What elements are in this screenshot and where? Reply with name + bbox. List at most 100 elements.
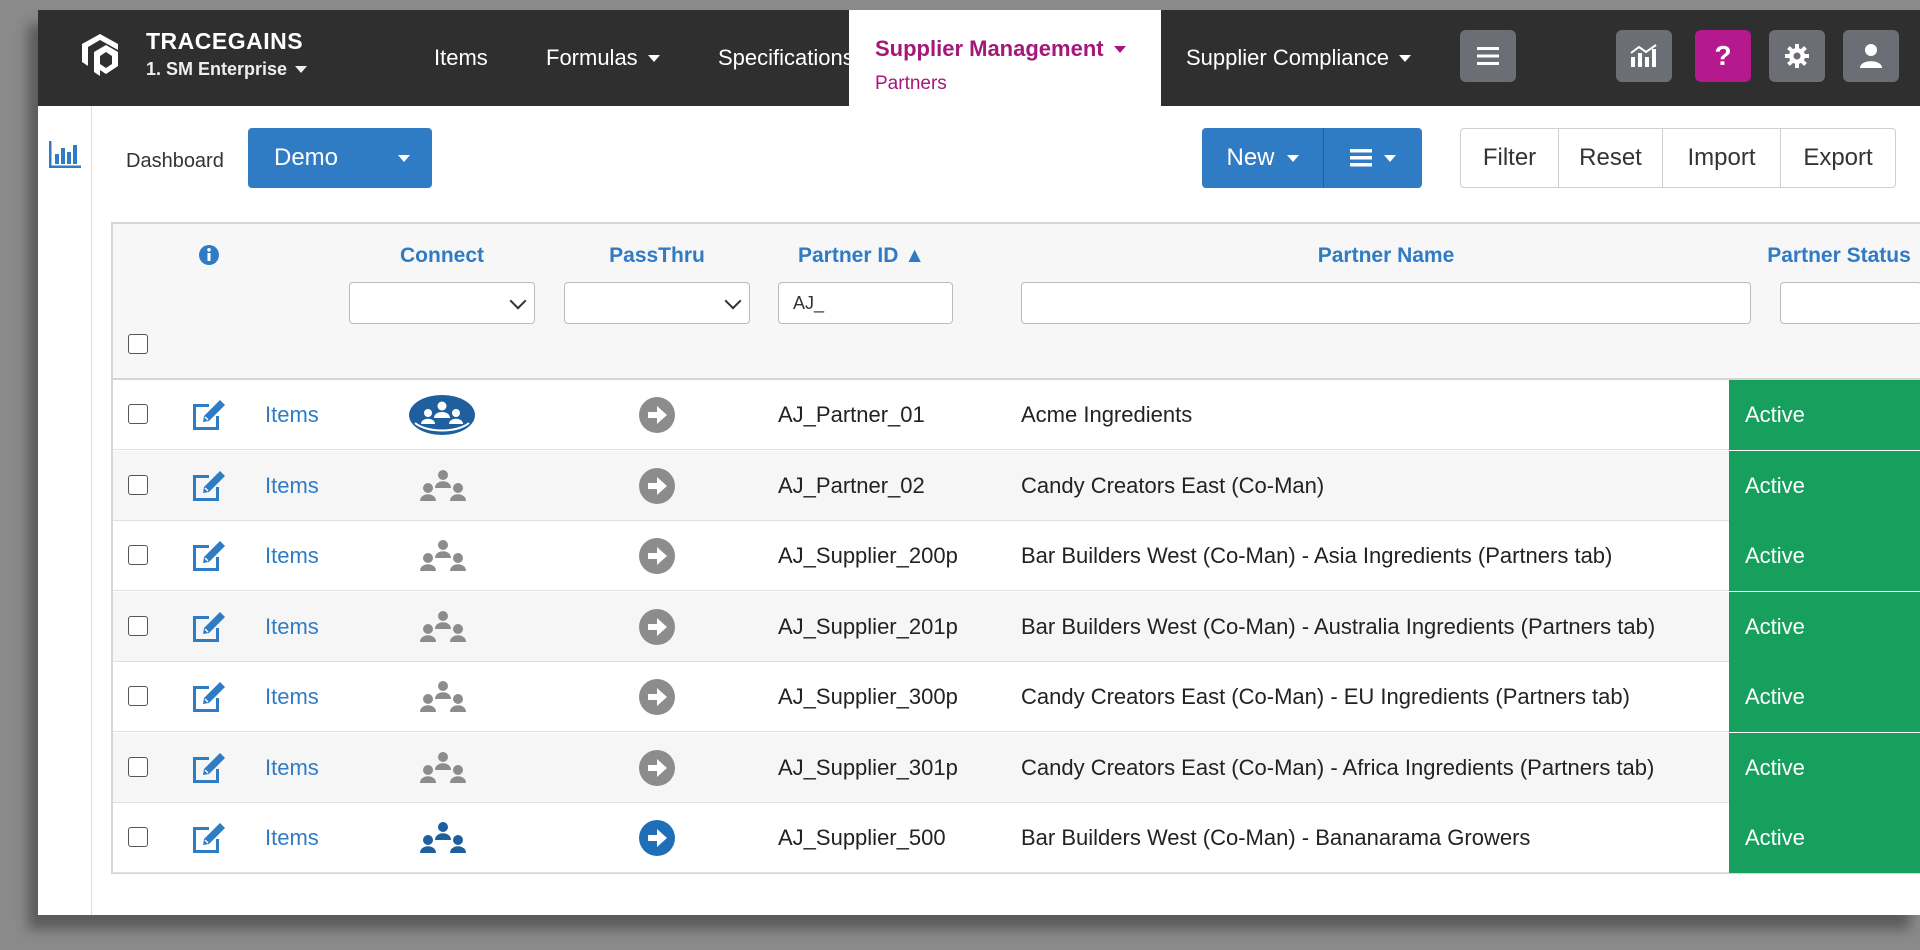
nav-formulas[interactable]: Formulas [546,10,660,106]
info-icon[interactable] [198,244,220,266]
analytics-button[interactable] [1616,30,1672,82]
partner-name-cell: Bar Builders West (Co-Man) - Australia I… [1021,613,1656,639]
user-icon [1860,44,1882,68]
items-link[interactable]: Items [265,803,319,873]
nav-supplier-management[interactable]: Supplier Management Partners [849,10,1161,106]
partner-status-filter-input[interactable] [1780,282,1920,324]
partner-name-cell: Candy Creators East (Co-Man) - EU Ingred… [1021,684,1630,709]
items-link[interactable]: Items [265,380,319,450]
edit-icon[interactable] [189,592,233,662]
import-button[interactable]: Import [1663,129,1781,187]
partner-name-cell: Acme Ingredients [1021,402,1193,427]
row-checkbox[interactable] [128,827,148,847]
left-rail [38,106,92,915]
edit-icon[interactable] [189,662,233,732]
question-icon: ? [1714,40,1732,71]
row-checkbox[interactable] [128,404,148,424]
passthru-arrow-icon[interactable] [638,733,676,803]
user-profile-button[interactable] [1843,30,1899,82]
partners-table: Connect PassThru Partner ID ▲ AJ_ Partne… [111,222,1920,874]
table-row[interactable]: Items AJ_Supplier_300p Candy Creators East… [113,662,1920,732]
header-partner-status[interactable]: Partner Status [1756,244,1920,268]
brand[interactable]: TRACEGAINS 1. SM Enterprise [146,28,308,80]
app-window: TRACEGAINS 1. SM Enterprise Items Formul… [38,10,1920,915]
dashboard-label: Dashboard [126,150,224,172]
header-partner-id[interactable]: Partner ID ▲ [778,244,953,268]
connect-people-icon[interactable] [413,803,473,873]
partner-id-filter-input[interactable]: AJ_ [778,282,953,324]
connect-people-icon[interactable] [407,380,477,450]
status-badge: Active [1729,803,1920,873]
org-selector[interactable]: 1. SM Enterprise [146,59,308,80]
connect-people-icon[interactable] [413,733,473,803]
nav-supplier-compliance[interactable]: Supplier Compliance [1186,10,1411,106]
new-button-group: New [1202,128,1422,188]
edit-icon[interactable] [189,733,233,803]
filter-button[interactable]: Filter [1461,129,1559,187]
passthru-arrow-icon[interactable] [638,380,676,450]
items-link[interactable]: Items [265,451,319,521]
table-row[interactable]: Items AJ_Partner_01 Acme Ingredients Active [113,380,1920,450]
items-link[interactable]: Items [265,521,319,591]
row-checkbox[interactable] [128,545,148,565]
row-checkbox[interactable] [128,474,148,495]
reset-button[interactable]: Reset [1559,129,1663,187]
table-row[interactable]: Items AJ_Supplier_200p Bar Builders West (… [113,521,1920,591]
brand-name: TRACEGAINS [146,28,304,54]
header-connect[interactable]: Connect [349,244,535,268]
chevron-down-icon [509,292,527,310]
new-button[interactable]: New [1202,128,1324,188]
passthru-arrow-icon[interactable] [638,521,676,591]
table-actions-group: Filter Reset Import Export [1460,128,1896,188]
settings-button[interactable] [1769,30,1825,82]
connect-people-icon[interactable] [413,521,473,591]
table-row[interactable]: Items AJ_Supplier_301p Candy Creators East… [113,732,1920,803]
table-row[interactable]: Items AJ_Supplier_500 Bar Builders West (C… [113,803,1920,873]
menu-icon [1477,47,1499,65]
nav-items[interactable]: Items [434,10,488,106]
items-link[interactable]: Items [265,662,319,732]
items-link[interactable]: Items [265,733,319,803]
select-all-checkbox[interactable] [128,334,148,354]
partner-id-cell: AJ_Partner_02 [778,472,925,498]
connect-people-icon[interactable] [413,451,473,521]
edit-icon[interactable] [189,380,233,450]
table-row[interactable]: Items AJ_Partner_02 Candy Creators East (C… [113,450,1920,521]
status-badge: Active [1729,450,1920,521]
row-checkbox[interactable] [128,686,148,706]
edit-icon[interactable] [189,521,233,591]
connect-people-icon[interactable] [413,662,473,732]
edit-icon[interactable] [189,451,233,521]
hamburger-menu-button[interactable] [1460,30,1516,82]
table-row[interactable]: Items AJ_Supplier_201p Bar Builders West (… [113,591,1920,662]
passthru-arrow-icon[interactable] [638,451,676,521]
partner-id-cell: AJ_Partner_01 [778,402,925,427]
partner-name-filter-input[interactable] [1021,282,1751,324]
header-partner-name[interactable]: Partner Name [1021,244,1751,268]
dashboard-chart-icon[interactable] [48,140,82,170]
connect-people-icon[interactable] [413,592,473,662]
org-name: 1. SM Enterprise [146,59,288,79]
tracegains-logo-icon[interactable] [78,30,122,80]
row-checkbox[interactable] [128,756,148,777]
export-button[interactable]: Export [1781,129,1895,187]
edit-icon[interactable] [189,803,233,873]
partner-id-cell: AJ_Supplier_301p [778,754,958,780]
help-button[interactable]: ? [1695,30,1751,82]
status-badge: Active [1729,521,1920,591]
dashboard-select-button[interactable]: Demo [248,128,432,188]
connect-filter-select[interactable] [349,282,535,324]
passthru-arrow-icon[interactable] [638,592,676,662]
status-badge: Active [1729,662,1920,732]
passthru-arrow-icon[interactable] [638,662,676,732]
partner-name-cell: Bar Builders West (Co-Man) - Bananarama … [1021,825,1531,850]
row-checkbox[interactable] [128,615,148,636]
nav-specifications[interactable]: Specifications [718,10,854,106]
passthru-filter-select[interactable] [564,282,750,324]
list-menu-button[interactable] [1324,128,1422,188]
partner-id-cell: AJ_Supplier_500 [778,825,946,850]
nav-supplier-management-sub: Partners [875,73,947,94]
items-link[interactable]: Items [265,592,319,662]
passthru-arrow-icon[interactable] [638,803,676,873]
header-passthru[interactable]: PassThru [564,244,750,268]
